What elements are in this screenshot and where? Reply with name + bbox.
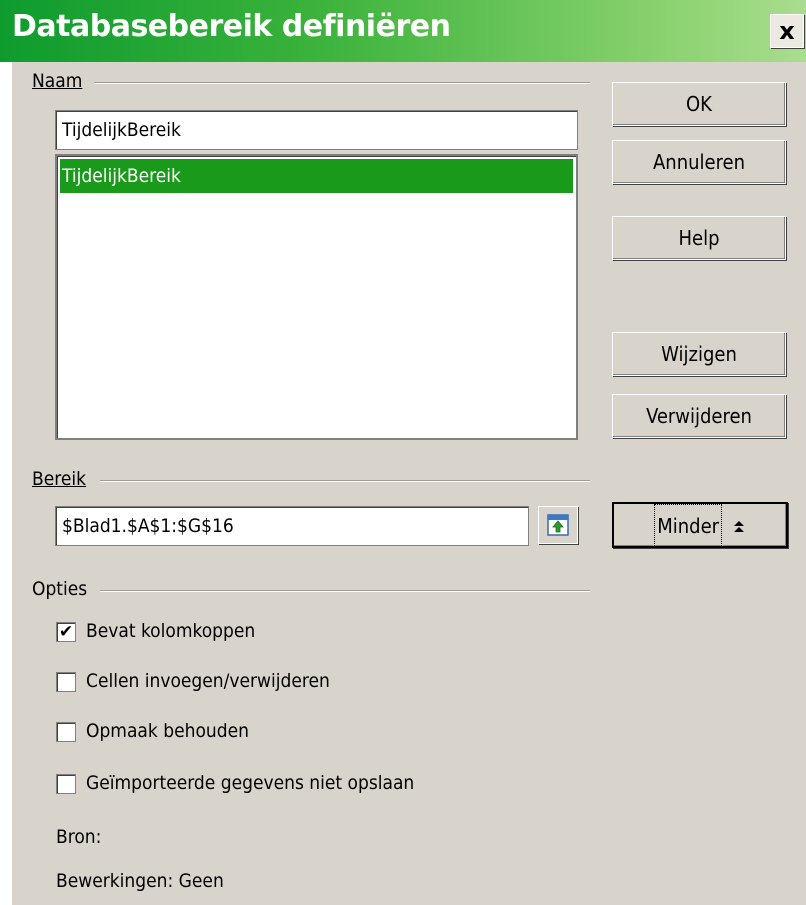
shrink-icon: [547, 514, 569, 536]
minder-button[interactable]: Minder: [612, 502, 788, 548]
modify-button[interactable]: Wijzigen: [612, 332, 786, 376]
bereik-input[interactable]: $Blad1.$A$1:$G$16: [55, 506, 529, 546]
checkbox-label-opmaak: Opmaak behouden: [86, 720, 249, 742]
delete-button-label: Verwijderen: [646, 404, 752, 428]
modify-button-label: Wijzigen: [661, 342, 737, 366]
dialog-body: Naam TijdelijkBereik TijdelijkBereik OK …: [12, 62, 806, 905]
help-button-label: Help: [678, 226, 720, 250]
checkbox-geimporteerd[interactable]: [56, 774, 76, 794]
bereik-label: Bereik: [32, 468, 86, 490]
cancel-button-label: Annuleren: [652, 150, 746, 174]
checkbox-label-cellen: Cellen invoegen/verwijderen: [86, 670, 330, 692]
naam-separator: [94, 82, 590, 84]
checkbox-label-geimporteerd: Geïmporteerde gegevens niet opslaan: [86, 772, 415, 794]
list-item[interactable]: TijdelijkBereik: [60, 159, 573, 193]
help-button[interactable]: Help: [612, 216, 786, 260]
bereik-label-text: Bereik: [32, 468, 87, 490]
checkbox-opmaak[interactable]: [56, 722, 76, 742]
cancel-button[interactable]: Annuleren: [612, 140, 786, 184]
checkbox-kolomkoppen[interactable]: ✔: [56, 622, 76, 642]
ok-button-label: OK: [686, 92, 712, 116]
bewerkingen-text: Bewerkingen: Geen: [56, 870, 224, 892]
checkbox-cellen[interactable]: [56, 672, 76, 692]
delete-button[interactable]: Verwijderen: [612, 394, 786, 438]
bereik-separator: [100, 480, 590, 482]
collapse-arrow-icon: [732, 505, 746, 547]
title-bar[interactable]: Databasebereik definiëren x: [0, 0, 806, 62]
naam-label-text: Naam: [32, 70, 83, 92]
close-button[interactable]: x: [770, 14, 804, 48]
ok-button[interactable]: OK: [612, 82, 786, 126]
naam-label: Naam: [32, 70, 82, 92]
opties-separator: [100, 590, 590, 592]
bron-text: Bron:: [56, 826, 102, 848]
opties-label: Opties: [32, 578, 88, 600]
dialog-window: Databasebereik definiëren x Naam Tijdeli…: [0, 0, 806, 905]
shrink-button[interactable]: [538, 506, 578, 544]
naam-input[interactable]: TijdelijkBereik: [55, 110, 578, 150]
checkbox-label-kolomkoppen: Bevat kolomkoppen: [86, 620, 256, 642]
naam-list[interactable]: TijdelijkBereik: [55, 154, 578, 440]
minder-button-label: Minder: [654, 504, 723, 548]
dialog-title: Databasebereik definiëren: [12, 9, 451, 44]
